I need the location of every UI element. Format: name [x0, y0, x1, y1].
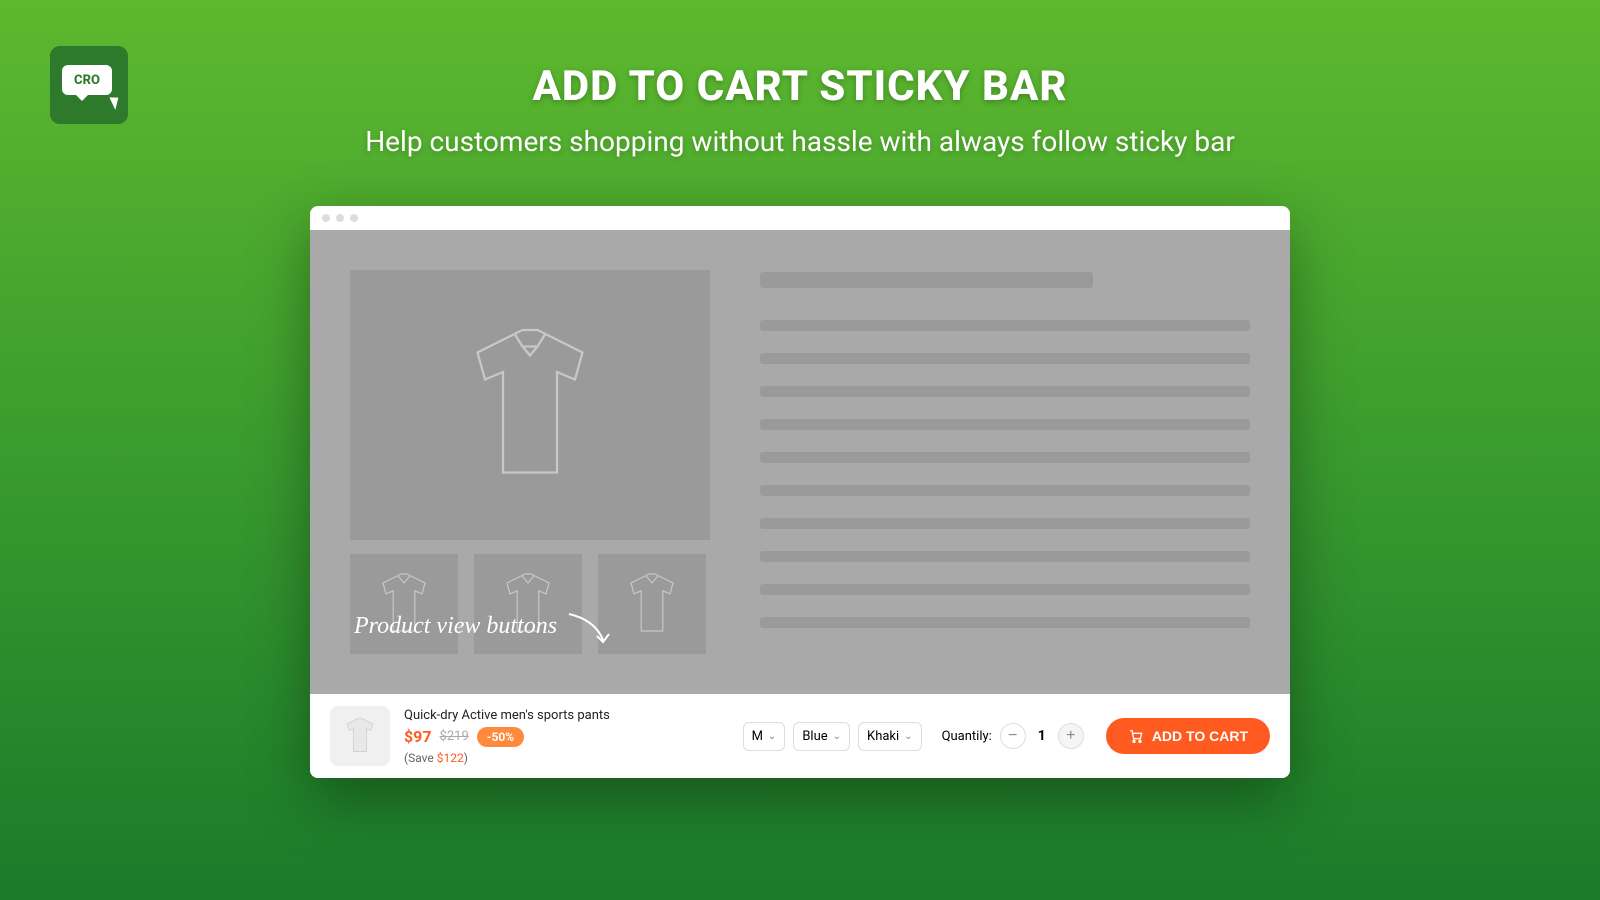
chevron-down-icon: ⌄ — [904, 731, 912, 742]
tshirt-icon — [455, 320, 605, 490]
quantity-value: 1 — [1036, 728, 1048, 744]
hero-title: ADD TO CART STICKY BAR — [0, 62, 1600, 111]
variant-select-value: Khaki — [867, 729, 899, 744]
cart-icon — [1128, 728, 1144, 744]
annotation-text: Product view buttons — [354, 613, 557, 640]
hero-subtitle: Help customers shopping without hassle w… — [0, 125, 1600, 158]
sticky-add-to-cart-bar: Quick-dry Active men's sports pants $97 … — [310, 694, 1290, 778]
quantity-increase-button[interactable]: + — [1058, 723, 1084, 749]
product-info-placeholder — [760, 270, 1250, 654]
sticky-product-thumb — [330, 706, 390, 766]
browser-chrome — [310, 206, 1290, 230]
cursor-icon — [109, 94, 122, 110]
tshirt-icon — [622, 569, 682, 639]
product-main-image — [350, 270, 710, 540]
discount-badge: -50% — [477, 727, 524, 747]
sticky-product-title: Quick-dry Active men's sports pants — [404, 708, 610, 723]
add-to-cart-button[interactable]: ADD TO CART — [1106, 718, 1270, 754]
sticky-old-price: $219 — [440, 729, 469, 744]
cro-logo-text: CRO — [62, 65, 112, 95]
chevron-down-icon: ⌄ — [768, 731, 776, 742]
size-select[interactable]: M ⌄ — [743, 722, 786, 751]
size-select-value: M — [752, 729, 763, 744]
color-select-value: Blue — [802, 729, 827, 744]
quantity-decrease-button[interactable]: − — [1000, 723, 1026, 749]
hero-section: ADD TO CART STICKY BAR Help customers sh… — [0, 0, 1600, 158]
browser-mockup: Product view buttons Quick-dry Active me… — [310, 206, 1290, 778]
window-dot — [350, 214, 358, 222]
quantity-label: Quantily: — [942, 729, 992, 744]
window-dot — [322, 214, 330, 222]
window-dot — [336, 214, 344, 222]
variant-select[interactable]: Khaki ⌄ — [858, 722, 922, 751]
color-select[interactable]: Blue ⌄ — [793, 722, 850, 751]
cro-logo-badge: CRO — [50, 46, 128, 124]
sticky-price: $97 — [404, 727, 432, 746]
annotation-label: Product view buttons — [354, 602, 617, 650]
add-to-cart-label: ADD TO CART — [1152, 728, 1248, 744]
chevron-down-icon: ⌄ — [833, 731, 841, 742]
tshirt-icon — [340, 716, 380, 756]
save-amount-text: (Save $122) — [404, 751, 610, 765]
product-page-mock: Product view buttons — [310, 230, 1290, 694]
arrow-icon — [567, 610, 617, 650]
